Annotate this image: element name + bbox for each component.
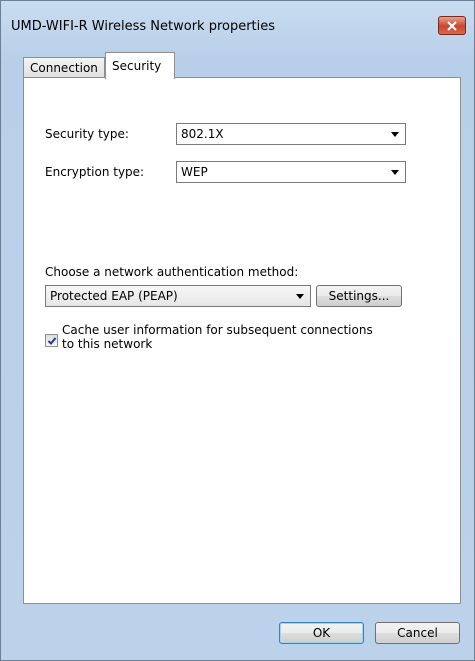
security-type-value: 802.1X — [181, 127, 224, 141]
auth-method-dropdown[interactable]: Protected EAP (PEAP) — [45, 285, 311, 307]
encryption-type-dropdown[interactable]: WEP — [176, 161, 406, 183]
settings-button[interactable]: Settings... — [316, 285, 402, 307]
chevron-down-icon — [391, 132, 399, 137]
cache-user-info-label-line1: Cache user information for subsequent co… — [62, 323, 373, 337]
cache-user-info-label-line2: to this network — [62, 337, 153, 351]
properties-dialog: UMD-WIFI-R Wireless Network properties C… — [0, 0, 475, 661]
auth-method-label: Choose a network authentication method: — [45, 265, 299, 279]
tab-connection[interactable]: Connection — [23, 57, 105, 78]
close-icon — [447, 20, 457, 31]
security-type-label: Security type: — [45, 127, 129, 141]
security-tab-panel: Security type: 802.1X Encryption type: W… — [23, 77, 461, 604]
cancel-button[interactable]: Cancel — [375, 622, 460, 644]
tab-security[interactable]: Security — [105, 52, 175, 79]
window-title: UMD-WIFI-R Wireless Network properties — [11, 19, 276, 34]
cache-user-info-checkbox[interactable] — [45, 334, 58, 347]
close-button[interactable] — [438, 16, 466, 35]
checkmark-icon — [47, 336, 56, 345]
encryption-type-label: Encryption type: — [45, 165, 145, 179]
ok-button[interactable]: OK — [279, 622, 364, 644]
chevron-down-icon — [296, 294, 304, 299]
auth-method-value: Protected EAP (PEAP) — [50, 289, 178, 303]
security-type-dropdown[interactable]: 802.1X — [176, 123, 406, 145]
encryption-type-value: WEP — [181, 165, 208, 179]
chevron-down-icon — [391, 170, 399, 175]
